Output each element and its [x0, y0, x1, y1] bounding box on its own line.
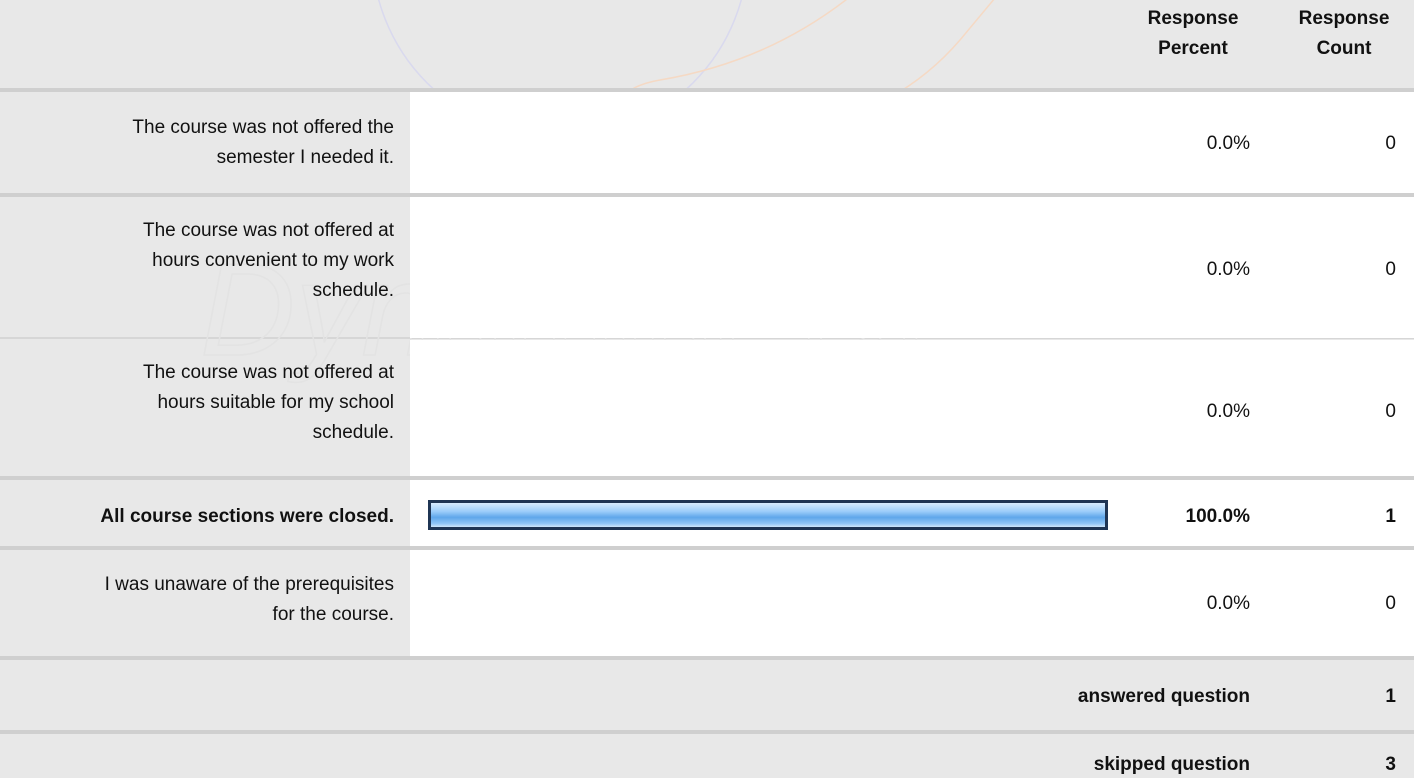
row-label-line: The course was not offered at: [142, 362, 394, 383]
separator: [0, 656, 1414, 660]
row-label-line: schedule.: [312, 422, 394, 443]
answered-question-count: 1: [1385, 686, 1396, 707]
skipped-question-count: 3: [1385, 754, 1396, 775]
row-percent: 0.0%: [1206, 593, 1250, 614]
row-cell-area: [410, 92, 1414, 193]
row-label-line: hours convenient to my work: [152, 250, 394, 271]
row-percent: 0.0%: [1206, 259, 1250, 280]
row-label: I was unaware of the prerequisites for t…: [0, 570, 394, 630]
header-percent-line1: Response: [1147, 8, 1239, 29]
row-label-line: schedule.: [312, 280, 394, 301]
row-count: 0: [1385, 259, 1396, 280]
row-cell-area: [410, 197, 1414, 338]
row-count: 0: [1385, 593, 1396, 614]
header-count-line1: Response: [1298, 8, 1390, 29]
row-label: The course was not offered the semester …: [0, 113, 394, 173]
row-label-line: I was unaware of the prerequisites: [104, 574, 394, 595]
row-label-line: semester I needed it.: [216, 147, 394, 168]
row-label: The course was not offered at hours suit…: [0, 358, 394, 448]
row-label: The course was not offered at hours conv…: [0, 216, 394, 306]
row-cell-area: [410, 550, 1414, 656]
response-percent-bar: [428, 500, 1108, 530]
header-response-count: Response Count: [1276, 4, 1412, 64]
row-percent: 0.0%: [1206, 133, 1250, 154]
survey-results-table: DynamicPDF Response Percent Response Cou…: [0, 0, 1414, 778]
answered-question-label: answered question: [1077, 686, 1250, 707]
header-response-percent: Response Percent: [1128, 4, 1258, 64]
separator: [0, 730, 1414, 734]
row-label-line: The course was not offered at: [142, 220, 394, 241]
row-label-line: The course was not offered the: [132, 117, 394, 138]
skipped-question-label: skipped question: [1093, 754, 1250, 775]
row-percent: 100.0%: [1185, 506, 1250, 527]
header-count-line2: Count: [1316, 38, 1372, 59]
row-count: 0: [1385, 401, 1396, 422]
row-label: All course sections were closed.: [0, 502, 394, 532]
row-percent: 0.0%: [1206, 401, 1250, 422]
row-label-line: hours suitable for my school: [157, 392, 394, 413]
row-cell-area: [410, 340, 1414, 476]
row-count: 1: [1385, 506, 1396, 527]
header-percent-line2: Percent: [1158, 38, 1228, 59]
row-label-line: All course sections were closed.: [100, 506, 394, 527]
row-count: 0: [1385, 133, 1396, 154]
row-label-line: for the course.: [272, 604, 394, 625]
